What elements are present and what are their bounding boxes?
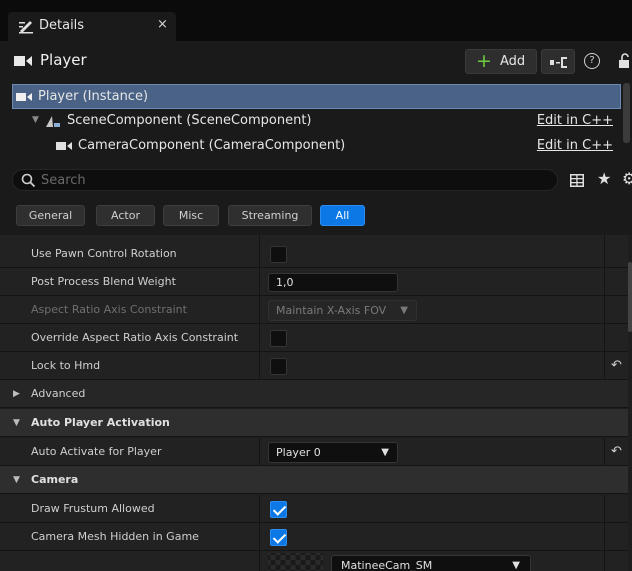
help-icon[interactable]: ?: [584, 53, 600, 69]
property-auto-activate-for-player: Auto Activate for Player Player 0 ▼ ↶: [0, 438, 628, 466]
plus-icon: +: [476, 50, 492, 72]
blueprint-icon: [550, 57, 567, 68]
camera-component-icon: [56, 142, 72, 150]
draw-frustum-allowed-checkbox[interactable]: [270, 501, 287, 518]
filter-general[interactable]: General: [16, 205, 85, 226]
reset-to-default-icon[interactable]: ↶: [611, 358, 622, 373]
property-matrix-icon[interactable]: [570, 174, 584, 187]
dropdown-value: MatineeCam_SM: [341, 559, 433, 571]
property-scrollbar[interactable]: [628, 262, 632, 332]
property-camera-mesh-hidden: Camera Mesh Hidden in Game: [0, 523, 628, 551]
property-list: Use Pawn Control Rotation Post Process B…: [0, 235, 632, 571]
filter-all[interactable]: All: [320, 205, 365, 226]
tab-bar: Details ×: [0, 0, 632, 41]
mesh-thumbnail[interactable]: [268, 553, 323, 571]
camera-mesh-hidden-checkbox[interactable]: [270, 529, 287, 546]
category-advanced[interactable]: ▶ Advanced: [0, 380, 628, 408]
reset-to-default-icon[interactable]: ↶: [611, 444, 622, 459]
camera-mesh-dropdown[interactable]: MatineeCam_SM ▼: [331, 555, 531, 571]
edit-in-cpp-link[interactable]: Edit in C++: [537, 113, 613, 128]
details-header: Player + Add ?: [0, 41, 632, 81]
camera-actor-icon: [14, 56, 32, 66]
tree-item-label: CameraComponent (CameraComponent): [78, 138, 346, 153]
override-aspect-ratio-checkbox[interactable]: [270, 330, 287, 347]
property-use-pawn-control-rotation: Use Pawn Control Rotation: [0, 240, 628, 268]
search-bar: Search: [0, 161, 632, 197]
category-label: Camera: [31, 473, 79, 486]
property-post-process-blend-weight: Post Process Blend Weight 1,0: [0, 268, 628, 296]
close-icon[interactable]: ×: [157, 17, 168, 32]
chevron-right-icon: ▶: [13, 389, 20, 399]
details-pencil-icon: [19, 21, 33, 34]
tree-item-label: SceneComponent (SceneComponent): [67, 113, 312, 128]
blueprint-button[interactable]: [541, 49, 575, 74]
favorites-star-icon[interactable]: ★: [597, 169, 611, 188]
property-label: Camera Mesh Hidden in Game: [31, 530, 199, 543]
dropdown-value: Maintain X-Axis FOV: [276, 304, 387, 317]
use-pawn-control-rotation-checkbox[interactable]: [270, 246, 287, 263]
property-label: Override Aspect Ratio Axis Constraint: [31, 331, 239, 344]
component-tree: Player (Instance) ▼ SceneComponent (Scen…: [0, 81, 632, 161]
actor-name: Player: [40, 51, 87, 69]
property-override-aspect-ratio: Override Aspect Ratio Axis Constraint: [0, 324, 628, 352]
category-camera[interactable]: ▼ Camera: [0, 466, 628, 494]
tab-label: Details: [39, 18, 85, 33]
auto-activate-for-player-dropdown[interactable]: Player 0 ▼: [268, 442, 398, 463]
tree-item-player-instance[interactable]: Player (Instance): [12, 84, 621, 109]
scene-component-icon: [46, 116, 60, 127]
gear-icon[interactable]: ⚙: [622, 169, 632, 188]
camera-actor-icon: [16, 93, 32, 101]
category-label: Advanced: [31, 387, 86, 400]
category-auto-player-activation[interactable]: ▼ Auto Player Activation: [0, 409, 628, 437]
edit-in-cpp-link[interactable]: Edit in C++: [537, 138, 613, 153]
property-camera-mesh: MatineeCam_SM ▼: [0, 551, 628, 571]
tree-item-camera-component[interactable]: CameraComponent (CameraComponent) Edit i…: [12, 134, 621, 159]
lock-icon[interactable]: [618, 53, 632, 69]
lock-to-hmd-checkbox[interactable]: [270, 358, 287, 375]
filter-actor[interactable]: Actor: [96, 205, 155, 226]
add-component-button[interactable]: + Add: [465, 49, 537, 74]
chevron-down-icon: ▼: [13, 418, 20, 428]
aspect-ratio-axis-constraint-dropdown[interactable]: Maintain X-Axis FOV ▼: [268, 300, 417, 321]
chevron-down-icon[interactable]: ▼: [32, 115, 39, 125]
property-label: Post Process Blend Weight: [31, 275, 176, 288]
property-label: Use Pawn Control Rotation: [31, 247, 177, 260]
add-label: Add: [500, 54, 526, 69]
tree-item-label: Player (Instance): [38, 89, 149, 104]
search-icon: [21, 173, 36, 188]
post-process-blend-weight-field[interactable]: 1,0: [268, 273, 398, 292]
category-label: Auto Player Activation: [31, 416, 170, 429]
property-draw-frustum-allowed: Draw Frustum Allowed: [0, 495, 628, 523]
property-label: Aspect Ratio Axis Constraint: [31, 303, 187, 316]
property-aspect-ratio-axis-constraint: Aspect Ratio Axis Constraint Maintain X-…: [0, 296, 628, 324]
tab-details[interactable]: Details ×: [8, 12, 176, 41]
property-label: Auto Activate for Player: [31, 445, 162, 458]
search-placeholder: Search: [41, 173, 86, 188]
filter-misc[interactable]: Misc: [163, 205, 219, 226]
tree-scrollbar[interactable]: [623, 83, 630, 143]
search-input[interactable]: Search: [12, 169, 558, 191]
chevron-down-icon: ▼: [400, 305, 408, 316]
property-label: Draw Frustum Allowed: [31, 502, 155, 515]
chevron-down-icon: ▼: [381, 447, 389, 458]
property-label: Lock to Hmd: [31, 359, 101, 372]
chevron-down-icon: ▼: [13, 475, 20, 485]
filter-bar: General Actor Misc Streaming All: [0, 197, 632, 235]
property-lock-to-hmd: Lock to Hmd ↶: [0, 352, 628, 380]
filter-streaming[interactable]: Streaming: [228, 205, 312, 226]
chevron-down-icon: ▼: [512, 560, 520, 571]
tree-item-scene-component[interactable]: ▼ SceneComponent (SceneComponent) Edit i…: [12, 109, 621, 134]
dropdown-value: Player 0: [276, 446, 321, 459]
